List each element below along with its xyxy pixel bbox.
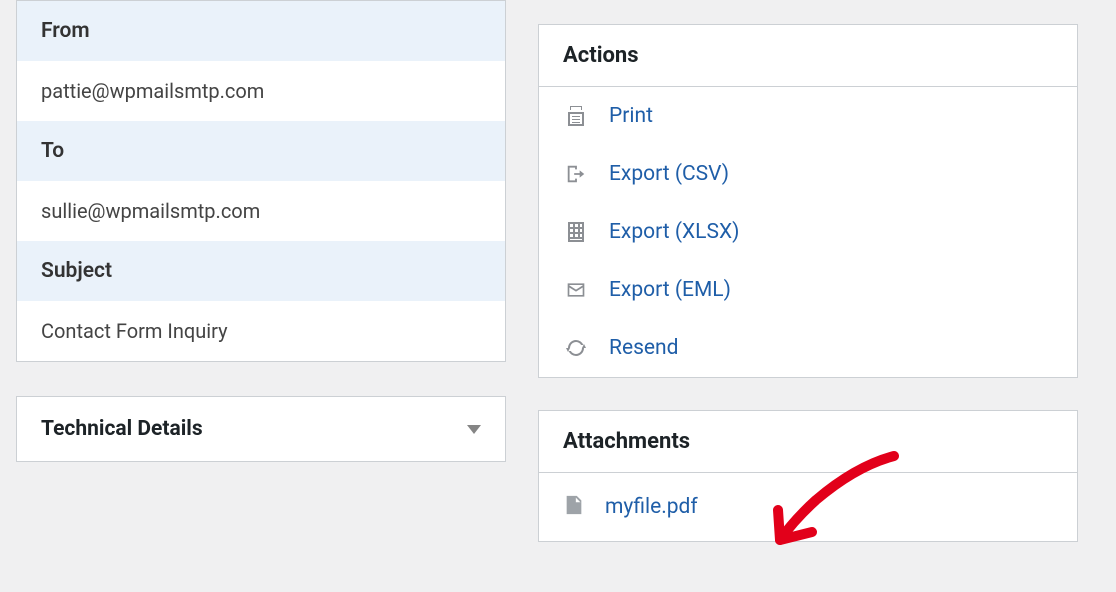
from-value: pattie@wpmailsmtp.com [17, 61, 505, 121]
technical-details-toggle[interactable]: Technical Details [16, 396, 506, 462]
refresh-icon [563, 335, 589, 361]
attachment-item[interactable]: myfile.pdf [539, 473, 1077, 541]
resend-label: Resend [609, 336, 679, 360]
print-action[interactable]: Print [539, 87, 1077, 145]
attachments-panel: Attachments myfile.pdf [538, 410, 1078, 542]
print-icon [563, 103, 589, 129]
from-label: From [17, 1, 505, 61]
subject-value: Contact Form Inquiry [17, 301, 505, 361]
to-value: sullie@wpmailsmtp.com [17, 181, 505, 241]
export-xlsx-action[interactable]: Export (XLSX) [539, 203, 1077, 261]
export-eml-action[interactable]: Export (EML) [539, 261, 1077, 319]
envelope-icon [563, 277, 589, 303]
to-label: To [17, 121, 505, 181]
chevron-down-icon [467, 425, 481, 434]
email-details-panel: From pattie@wpmailsmtp.com To sullie@wpm… [16, 0, 506, 362]
technical-details-title: Technical Details [41, 417, 203, 441]
print-label: Print [609, 104, 653, 128]
export-csv-label: Export (CSV) [609, 162, 729, 186]
actions-header: Actions [539, 25, 1077, 87]
export-csv-action[interactable]: Export (CSV) [539, 145, 1077, 203]
actions-panel: Actions Print Export (CSV) Export (XLSX) [538, 24, 1078, 378]
file-icon [563, 491, 585, 523]
export-icon [563, 161, 589, 187]
attachments-header: Attachments [539, 411, 1077, 473]
export-xlsx-label: Export (XLSX) [609, 220, 739, 244]
attachment-filename: myfile.pdf [605, 495, 698, 519]
subject-label: Subject [17, 241, 505, 301]
resend-action[interactable]: Resend [539, 319, 1077, 377]
spreadsheet-icon [563, 219, 589, 245]
export-eml-label: Export (EML) [609, 278, 731, 302]
